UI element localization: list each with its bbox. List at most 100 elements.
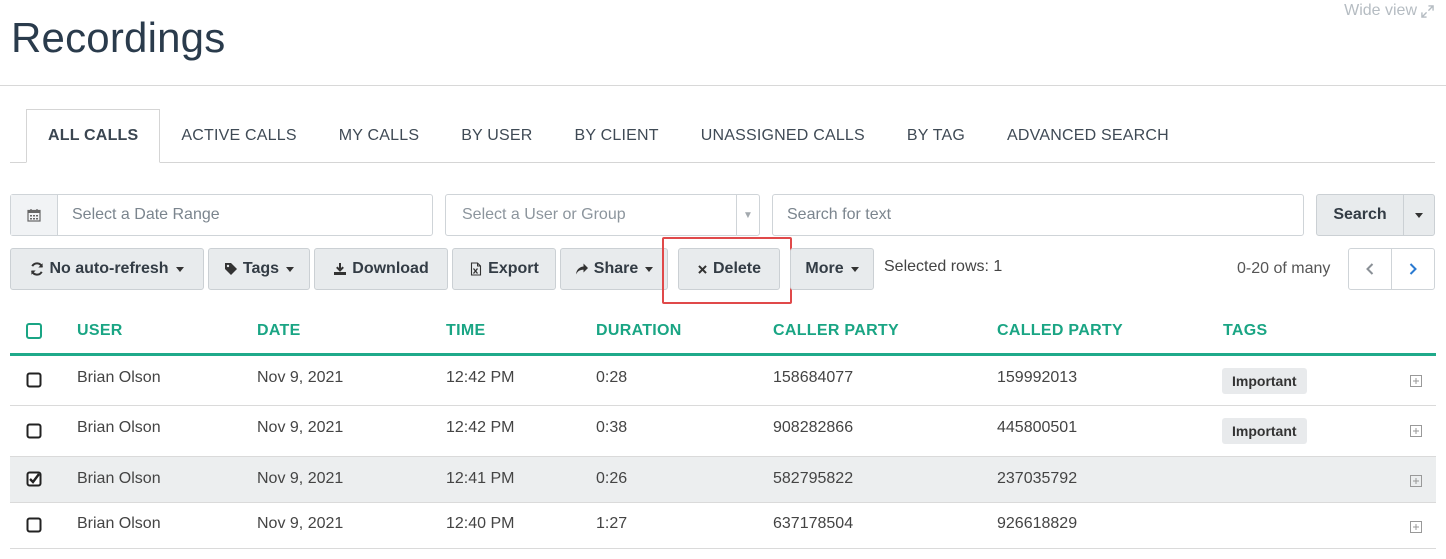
tags-button[interactable]: Tags — [208, 248, 310, 290]
tab-by-tag[interactable]: BY TAG — [886, 109, 986, 162]
cell-user: Brian Olson — [77, 419, 161, 436]
next-page-button[interactable] — [1391, 248, 1435, 290]
row-checkbox[interactable] — [26, 423, 42, 439]
user-group-select[interactable]: Select a User or Group ▼ — [445, 194, 760, 236]
page-title: Recordings — [11, 14, 226, 61]
column-header-user[interactable]: USER — [77, 322, 123, 340]
tag-icon — [224, 263, 237, 275]
tab-by-client[interactable]: BY CLIENT — [554, 109, 680, 162]
date-range-picker — [10, 194, 433, 236]
select-all-checkbox[interactable] — [26, 323, 42, 339]
cell-user: Brian Olson — [77, 369, 161, 386]
tag-badge[interactable]: Important — [1222, 368, 1307, 394]
user-group-placeholder: Select a User or Group — [462, 206, 626, 223]
export-button[interactable]: Export — [452, 248, 556, 290]
cell-duration: 0:26 — [596, 470, 628, 487]
row-checkbox-checked[interactable] — [26, 471, 42, 487]
chevron-down-icon — [850, 266, 859, 272]
table-row[interactable]: Brian Olson Nov 9, 2021 12:40 PM 1:27 63… — [10, 503, 1436, 549]
cell-user: Brian Olson — [77, 515, 161, 532]
column-header-date[interactable]: DATE — [257, 322, 301, 340]
dropdown-caret-icon[interactable]: ▼ — [736, 195, 759, 235]
tab-active-calls[interactable]: ACTIVE CALLS — [160, 109, 317, 162]
expand-row-icon[interactable] — [1410, 375, 1422, 387]
share-arrow-icon — [575, 263, 588, 275]
chevron-right-icon — [1409, 263, 1417, 275]
column-header-caller-party[interactable]: CALLER PARTY — [773, 322, 899, 340]
cell-called-party: 237035792 — [997, 470, 1078, 487]
share-button[interactable]: Share — [560, 248, 668, 290]
tab-by-user[interactable]: BY USER — [440, 109, 553, 162]
auto-refresh-button[interactable]: No auto-refresh — [10, 248, 204, 290]
cell-duration: 1:27 — [596, 515, 628, 532]
pagination-info: 0-20 of many — [1237, 260, 1331, 277]
download-button[interactable]: Download — [314, 248, 448, 290]
search-options-caret[interactable] — [1403, 194, 1435, 236]
cell-caller-party: 637178504 — [773, 515, 854, 532]
text-search-input[interactable] — [773, 195, 1303, 235]
chevron-left-icon — [1366, 263, 1374, 275]
expand-row-icon[interactable] — [1410, 475, 1422, 487]
refresh-icon — [31, 262, 44, 276]
chevron-down-icon — [1415, 212, 1423, 218]
cell-date: Nov 9, 2021 — [257, 470, 344, 487]
calendar-icon[interactable] — [11, 195, 58, 235]
cell-called-party: 159992013 — [997, 369, 1078, 386]
cell-date: Nov 9, 2021 — [257, 419, 344, 436]
chevron-down-icon — [645, 266, 654, 272]
expand-icon — [1421, 4, 1434, 18]
more-label: More — [805, 260, 844, 277]
cell-duration: 0:38 — [596, 419, 628, 436]
tab-my-calls[interactable]: MY CALLS — [318, 109, 440, 162]
download-icon — [334, 263, 347, 275]
chevron-down-icon — [286, 266, 295, 272]
row-checkbox[interactable] — [26, 372, 42, 388]
wide-view-label: Wide view — [1344, 2, 1417, 19]
cell-duration: 0:28 — [596, 369, 628, 386]
tab-unassigned-calls[interactable]: UNASSIGNED CALLS — [680, 109, 886, 162]
cell-called-party: 926618829 — [997, 515, 1078, 532]
download-label: Download — [352, 260, 429, 277]
column-header-time[interactable]: TIME — [446, 322, 485, 340]
table-header: USER DATE TIME DURATION CALLER PARTY CAL… — [10, 309, 1436, 356]
column-header-called-party[interactable]: CALLED PARTY — [997, 322, 1123, 340]
cell-called-party: 445800501 — [997, 419, 1078, 436]
recordings-table: USER DATE TIME DURATION CALLER PARTY CAL… — [10, 309, 1436, 549]
cell-time: 12:40 PM — [446, 515, 515, 532]
tab-all-calls[interactable]: ALL CALLS — [26, 109, 161, 163]
tab-bar: ALL CALLS ACTIVE CALLS MY CALLS BY USER … — [10, 109, 1435, 163]
table-row[interactable]: Brian Olson Nov 9, 2021 12:42 PM 0:38 90… — [10, 406, 1436, 457]
cell-caller-party: 908282866 — [773, 419, 854, 436]
table-row-selected[interactable]: Brian Olson Nov 9, 2021 12:41 PM 0:26 58… — [10, 457, 1436, 503]
cell-caller-party: 158684077 — [773, 369, 854, 386]
share-label: Share — [593, 260, 639, 277]
tab-advanced-search[interactable]: ADVANCED SEARCH — [986, 109, 1190, 162]
cell-time: 12:41 PM — [446, 470, 515, 487]
excel-file-icon — [471, 262, 482, 276]
column-header-tags[interactable]: TAGS — [1223, 322, 1267, 340]
text-search-box — [772, 194, 1304, 236]
cell-time: 12:42 PM — [446, 369, 515, 386]
selected-rows-count: Selected rows: 1 — [884, 258, 1003, 275]
cell-date: Nov 9, 2021 — [257, 515, 344, 532]
chevron-down-icon — [175, 266, 184, 272]
title-divider — [0, 85, 1446, 86]
expand-row-icon[interactable] — [1410, 425, 1422, 437]
auto-refresh-label: No auto-refresh — [49, 260, 169, 277]
row-checkbox[interactable] — [26, 517, 42, 533]
tag-badge[interactable]: Important — [1222, 418, 1307, 444]
previous-page-button[interactable] — [1348, 248, 1392, 290]
action-toolbar: No auto-refresh Tags Download Export Sha… — [10, 237, 1436, 304]
expand-row-icon[interactable] — [1410, 521, 1422, 533]
more-button[interactable]: More — [790, 248, 874, 290]
date-range-input[interactable] — [58, 195, 432, 235]
table-row[interactable]: Brian Olson Nov 9, 2021 12:42 PM 0:28 15… — [10, 356, 1436, 406]
cell-user: Brian Olson — [77, 470, 161, 487]
wide-view-link[interactable]: Wide view — [1344, 2, 1434, 20]
column-header-duration[interactable]: DURATION — [596, 322, 682, 340]
search-button[interactable]: Search — [1316, 194, 1404, 236]
cell-date: Nov 9, 2021 — [257, 369, 344, 386]
delete-highlight-box — [662, 237, 792, 304]
cell-time: 12:42 PM — [446, 419, 515, 436]
export-label: Export — [488, 260, 539, 277]
